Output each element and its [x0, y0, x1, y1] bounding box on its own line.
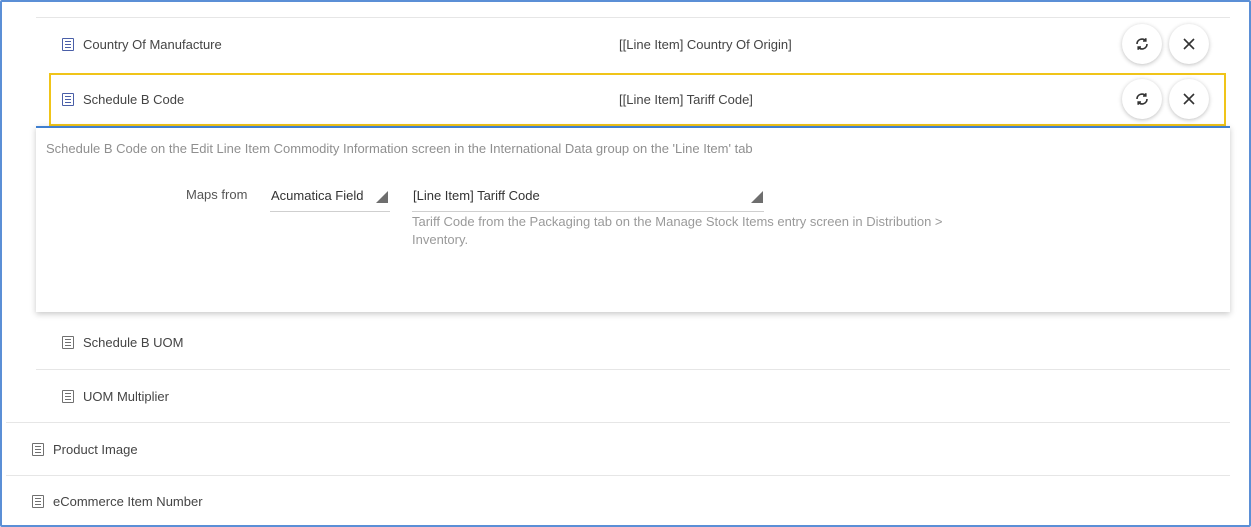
- remove-button[interactable]: [1169, 79, 1209, 119]
- mapping-row-product-image[interactable]: Product Image: [6, 422, 1230, 475]
- refresh-button[interactable]: [1122, 79, 1162, 119]
- mapping-detail-panel: Schedule B Code on the Edit Line Item Co…: [36, 126, 1230, 312]
- list-icon: [32, 495, 44, 508]
- source-field-value: [Line Item] Tariff Code: [413, 188, 540, 203]
- mapping-row-label: Schedule B UOM: [83, 335, 184, 350]
- dropdown-arrow-icon: [751, 191, 763, 203]
- refresh-icon: [1136, 38, 1148, 50]
- refresh-icon: [1136, 93, 1148, 105]
- source-type-select[interactable]: Acumatica Field: [270, 184, 390, 212]
- maps-from-label: Maps from: [186, 187, 248, 202]
- dropdown-arrow-icon: [376, 191, 388, 203]
- mapping-row-value: [[Line Item] Country Of Origin]: [619, 37, 792, 52]
- list-icon: [62, 336, 74, 349]
- mapping-row-country-of-manufacture[interactable]: Country Of Manufacture [[Line Item] Coun…: [36, 17, 1230, 71]
- list-icon: [32, 442, 44, 456]
- mapping-row-label: UOM Multiplier: [83, 388, 169, 404]
- mapping-row-label: eCommerce Item Number: [53, 494, 203, 509]
- source-field-select[interactable]: [Line Item] Tariff Code: [412, 184, 764, 212]
- source-type-value: Acumatica Field: [271, 188, 364, 203]
- refresh-button[interactable]: [1122, 24, 1162, 64]
- source-field-help: Tariff Code from the Packaging tab on th…: [412, 214, 943, 247]
- mapping-row-schedule-b-uom[interactable]: Schedule B UOM: [36, 316, 1230, 369]
- mapping-row-ecommerce-item-number[interactable]: eCommerce Item Number: [6, 475, 1230, 525]
- selection-highlight: [49, 73, 1226, 126]
- remove-button[interactable]: [1169, 24, 1209, 64]
- close-icon: [1183, 93, 1195, 105]
- mapping-row-label: Country Of Manufacture: [83, 37, 222, 52]
- mapping-row-label: Product Image: [53, 441, 138, 457]
- list-icon: [62, 389, 74, 403]
- close-icon: [1183, 38, 1195, 50]
- mapping-list-frame: Country Of Manufacture [[Line Item] Coun…: [0, 0, 1251, 527]
- list-icon: [62, 38, 74, 51]
- field-description: Schedule B Code on the Edit Line Item Co…: [46, 141, 753, 156]
- mapping-row-uom-multiplier[interactable]: UOM Multiplier: [36, 369, 1230, 422]
